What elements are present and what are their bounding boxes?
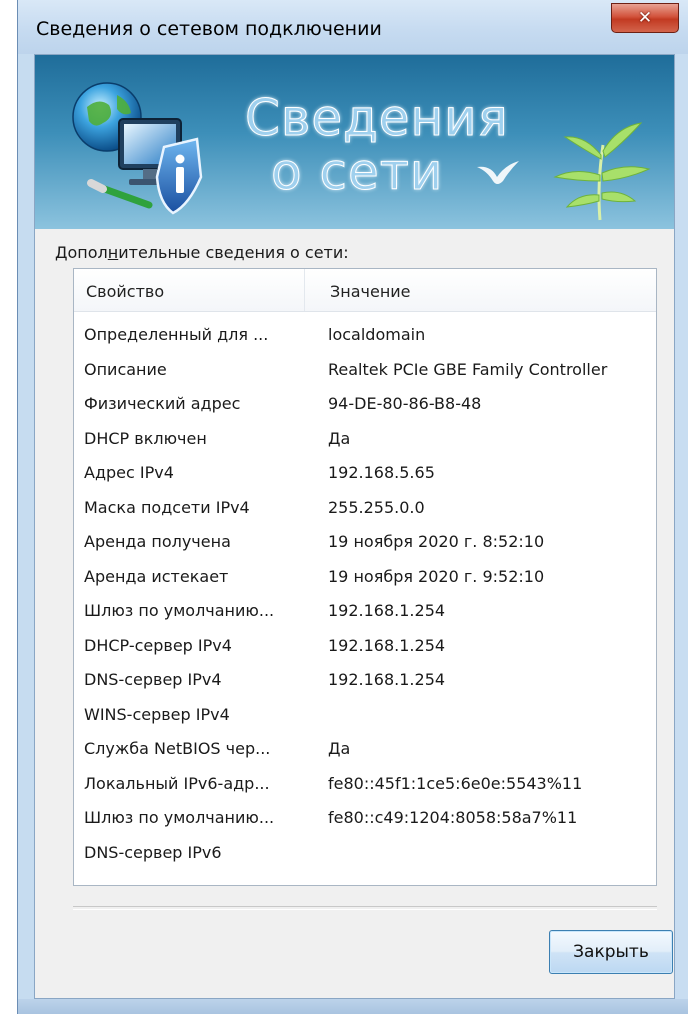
list-rows: Определенный для ... localdomain Описание… xyxy=(74,319,656,871)
property-cell: Физический адрес xyxy=(84,394,241,413)
value-cell: fe80::c49:1204:8058:58a7%11 xyxy=(328,808,578,827)
property-cell: Локальный IPv6-адр... xyxy=(84,773,270,793)
list-item[interactable]: Определенный для ... localdomain xyxy=(74,319,656,354)
list-item[interactable]: WINS-сервер IPv4 xyxy=(74,699,656,734)
property-cell: DHCP включен xyxy=(84,428,207,448)
property-cell: Описание xyxy=(84,359,167,379)
property-cell: DHCP-сервер IPv4 xyxy=(84,635,232,655)
value-cell: fe80::45f1:1ce5:6e0e:5543%11 xyxy=(328,773,583,793)
value-cell: Realtek PCIe GBE Family Controller xyxy=(328,359,608,379)
property-cell: Шлюз по умолчанию... xyxy=(84,808,275,827)
banner-title-line2: о сети xyxy=(270,143,444,202)
property-cell: DNS-сервер IPv6 xyxy=(84,842,222,862)
value-cell: 192.168.5.65 xyxy=(328,463,435,482)
list-item[interactable]: Аренда получена 19 ноября 2020 г. 8:52:10 xyxy=(74,526,656,561)
list-header: Свойство Значение xyxy=(74,269,656,312)
value-cell: Да xyxy=(328,739,351,758)
network-details-list[interactable]: Свойство Значение Определенный для ... lo… xyxy=(73,268,657,886)
value-cell: 255.255.0.0 xyxy=(328,497,425,517)
value-cell: 192.168.1.254 xyxy=(328,670,446,689)
value-cell: 19 ноября 2020 г. 9:52:10 xyxy=(328,566,545,586)
property-cell: Маска подсети IPv4 xyxy=(84,497,250,517)
window-close-button[interactable]: ✕ xyxy=(611,3,679,33)
list-item[interactable]: Служба NetBIOS чер... Да xyxy=(74,733,656,768)
close-icon: ✕ xyxy=(637,8,653,28)
list-item[interactable]: Маска подсети IPv4 255.255.0.0 xyxy=(74,492,656,527)
list-item[interactable]: Описание Realtek PCIe GBE Family Controll… xyxy=(74,354,656,389)
value-cell: 19 ноября 2020 г. 8:52:10 xyxy=(328,532,545,551)
value-cell: Да xyxy=(328,428,351,448)
column-header-value[interactable]: Значение xyxy=(330,282,411,301)
list-item[interactable]: DHCP включен Да xyxy=(74,423,656,458)
property-cell: Адрес IPv4 xyxy=(84,463,174,482)
list-item[interactable]: Шлюз по умолчанию... fe80::c49:1204:8058:… xyxy=(74,802,656,837)
column-divider[interactable] xyxy=(304,269,305,311)
property-cell: Шлюз по умолчанию... xyxy=(84,601,275,620)
column-header-property[interactable]: Свойство xyxy=(86,282,164,301)
list-item[interactable]: Локальный IPv6-адр... fe80::45f1:1ce5:6e0… xyxy=(74,768,656,803)
value-cell: 94-DE-80-86-B8-48 xyxy=(328,394,482,413)
banner-title-line1: Сведения xyxy=(245,89,509,148)
property-cell: DNS-сервер IPv4 xyxy=(84,670,222,689)
bamboo-plant-icon xyxy=(553,122,651,221)
list-item[interactable]: DNS-сервер IPv4 192.168.1.254 xyxy=(74,664,656,699)
title-bar[interactable]: Сведения о сетевом подключении ✕ xyxy=(18,0,688,54)
list-item[interactable]: Шлюз по умолчанию... 192.168.1.254 xyxy=(74,595,656,630)
separator xyxy=(73,906,657,910)
header-banner: Сведения о сети xyxy=(35,55,674,229)
value-cell: 192.168.1.254 xyxy=(328,635,446,655)
details-section-label: Дополнительные сведения о сети: xyxy=(55,243,349,262)
property-cell: Определенный для ... xyxy=(84,325,269,344)
window-title: Сведения о сетевом подключении xyxy=(36,18,382,40)
close-button[interactable]: Закрыть xyxy=(549,930,673,974)
window-bottom-frame xyxy=(18,999,688,1014)
list-item[interactable]: DHCP-сервер IPv4 192.168.1.254 xyxy=(74,630,656,665)
list-item[interactable]: Адрес IPv4 192.168.5.65 xyxy=(74,457,656,492)
network-globe-monitor-icon xyxy=(72,82,203,215)
dialog-client-area: Сведения о сети Дополнительные сведения … xyxy=(34,54,675,999)
list-item[interactable]: Аренда истекает 19 ноября 2020 г. 9:52:10 xyxy=(74,561,656,596)
value-cell: 192.168.1.254 xyxy=(328,601,446,620)
bird-icon xyxy=(477,161,519,184)
dialog-window: Сведения о сетевом подключении ✕ Сведени… xyxy=(17,0,688,1014)
accelerator-key: н xyxy=(107,243,119,262)
property-cell: WINS-сервер IPv4 xyxy=(84,704,230,724)
property-cell: Служба NetBIOS чер... xyxy=(84,739,271,758)
property-cell: Аренда истекает xyxy=(84,566,229,586)
list-item[interactable]: Физический адрес 94-DE-80-86-B8-48 xyxy=(74,388,656,423)
value-cell: localdomain xyxy=(328,325,426,344)
property-cell: Аренда получена xyxy=(84,532,231,551)
list-item[interactable]: DNS-сервер IPv6 xyxy=(74,837,656,872)
